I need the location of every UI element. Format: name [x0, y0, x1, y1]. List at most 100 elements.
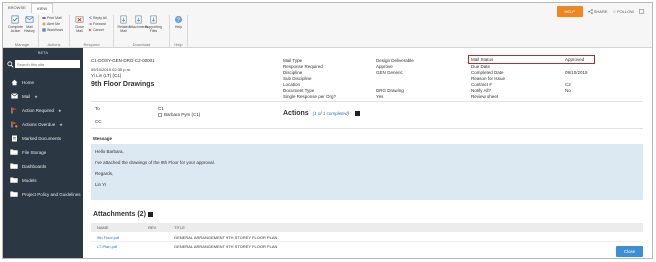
- share-button[interactable]: SHARE: [587, 9, 608, 14]
- share-label: SHARE: [593, 9, 608, 14]
- field-label: Mail Status: [471, 57, 494, 62]
- recipient-checkbox[interactable]: [158, 112, 162, 117]
- actions-status-link[interactable]: (1 of 1 completed): [313, 111, 349, 116]
- ribbon-group-respond: Close Mail Reply All Forward Cancel Resp…: [70, 15, 114, 48]
- ribbon: BROWSE VIEW Complete Action Mail History…: [3, 3, 652, 48]
- attachments-download-button[interactable]: Attachments: [129, 15, 148, 33]
- star-icon[interactable]: ★: [59, 122, 63, 127]
- to-organization: C1: [158, 106, 164, 111]
- sidebar-item-label: Project Policy and Guidelines: [22, 191, 81, 197]
- field-label: Location: [283, 82, 301, 87]
- sidebar: BETA Home Mail ★ Action Required ★ Actio…: [3, 48, 83, 258]
- reply-all-button[interactable]: Reply All: [88, 15, 107, 20]
- notify-all-value: No: [565, 88, 571, 93]
- close-mail-button[interactable]: Close Mail: [73, 15, 86, 33]
- ribbon-group-manage: Complete Action Mail History Manage: [6, 15, 39, 48]
- mail-datetime: 09/10/2019 02:35 p.m.: [91, 67, 132, 72]
- close-button[interactable]: Close: [616, 246, 643, 257]
- group-label-download: Download: [132, 42, 151, 47]
- ribbon-right-actions: HELP SHARE ☆ FOLLOW: [556, 6, 644, 17]
- search-icon[interactable]: [6, 59, 15, 69]
- help-button[interactable]: HELP: [556, 6, 583, 17]
- complete-action-button[interactable]: Complete Action: [8, 15, 23, 33]
- column-header-rev: REV: [148, 225, 157, 230]
- complete-action-icon: [11, 15, 19, 24]
- mail-subject: 9th Floor Drawings: [91, 81, 155, 88]
- ribbon-group-actions: Print Mail Alert Me Workflows Actions: [39, 15, 70, 48]
- collapse-icon[interactable]: [147, 212, 153, 217]
- sidebar-item-label: Models: [22, 177, 37, 183]
- print-mail-button[interactable]: Print Mail: [42, 15, 66, 20]
- completed-date-value: 09/10/2019: [565, 70, 588, 75]
- sidebar-item-file-storage[interactable]: File Storage: [3, 145, 83, 159]
- project-name: BETA: [37, 50, 49, 55]
- sidebar-item-label: Action Required: [22, 107, 55, 113]
- related-mail-button[interactable]: Related Mail: [117, 15, 130, 33]
- attachments-header: Attachments (2): [93, 211, 153, 218]
- column-header-title: TITLE: [174, 225, 185, 230]
- mail-history-icon: [25, 16, 34, 23]
- collapse-icon[interactable]: [354, 111, 360, 116]
- attachments-title: Attachments (2): [93, 211, 146, 218]
- cancel-icon: [88, 28, 92, 31]
- star-icon[interactable]: ★: [34, 94, 38, 99]
- tab-browse[interactable]: BROWSE: [3, 3, 31, 13]
- sidebar-item-project-policy[interactable]: Project Policy and Guidelines: [3, 187, 83, 201]
- search-input[interactable]: [15, 60, 80, 68]
- focus-icon[interactable]: [639, 9, 644, 14]
- workflows-button[interactable]: Workflows: [42, 27, 66, 32]
- field-label: Completed Date: [471, 70, 504, 75]
- forward-button[interactable]: Forward: [88, 21, 107, 26]
- reply-all-icon: [88, 15, 92, 19]
- app-window: BROWSE VIEW Complete Action Mail History…: [2, 2, 653, 259]
- sidebar-item-actions-overdue[interactable]: Actions Overdue ★: [3, 117, 83, 131]
- message-line: Regards,: [95, 171, 114, 176]
- sidebar-item-dashboards[interactable]: Dashboards: [3, 159, 83, 173]
- supporting-files-button[interactable]: Supporting Files: [145, 15, 162, 33]
- message-line: Hello Barbara,: [95, 149, 124, 154]
- folder-icon: [10, 148, 18, 156]
- sidebar-item-marked-documents[interactable]: Marked Documents: [3, 131, 83, 145]
- row-divider: [91, 241, 643, 242]
- attachment-title: GENERAL ARRANGEMENT 9TH STOREY FLOOR PLA…: [174, 235, 278, 240]
- marked-documents-icon: [10, 134, 18, 142]
- folder-icon: [10, 176, 18, 184]
- folder-icon: [10, 190, 18, 198]
- attachments-table-header: NAME REV TITLE: [91, 223, 643, 232]
- sidebar-item-label: Actions Overdue: [22, 121, 56, 127]
- tab-view[interactable]: VIEW: [30, 3, 54, 13]
- field-label: Single Response per Org?: [283, 94, 337, 99]
- forward-icon: [88, 22, 92, 25]
- help-ribbon-label: Help: [174, 25, 183, 29]
- field-label: Contract #: [471, 82, 492, 87]
- field-label: Response Required: [283, 64, 323, 69]
- mail-status-value: Approved: [565, 57, 585, 62]
- sidebar-item-label: File Storage: [22, 149, 47, 155]
- printer-icon: [42, 16, 46, 19]
- attachment-link[interactable]: 9th Floor.pdf: [97, 235, 119, 240]
- message-label: Message: [93, 136, 113, 141]
- workflow-icon: [42, 27, 46, 32]
- follow-button[interactable]: ☆ FOLLOW: [613, 9, 634, 14]
- mail-number: C1-DOSY-GEN-DRG-C2-00001: [91, 58, 155, 63]
- star-icon[interactable]: ★: [58, 108, 62, 113]
- alert-me-button[interactable]: Alert Me: [42, 21, 66, 26]
- cancel-button[interactable]: Cancel: [88, 27, 107, 32]
- divider: [91, 101, 643, 102]
- sidebar-item-action-required[interactable]: Action Required ★: [3, 103, 83, 117]
- group-label-help: Help: [174, 42, 183, 47]
- group-label-respond: Respond: [83, 42, 100, 47]
- sidebar-item-label: Marked Documents: [22, 135, 62, 141]
- attachment-link[interactable]: LT-Plan.pdf: [97, 244, 117, 249]
- help-ribbon-button[interactable]: ? Help: [173, 15, 184, 29]
- sidebar-item-models[interactable]: Models: [3, 173, 83, 187]
- mail-history-label: Mail History: [24, 25, 35, 33]
- sidebar-item-label: Home: [22, 79, 35, 85]
- share-icon: [587, 9, 593, 14]
- sidebar-item-mail[interactable]: Mail ★: [3, 89, 83, 103]
- contract-value: C2: [565, 82, 571, 87]
- actions-header: Actions (1 of 1 completed): [283, 110, 360, 117]
- mail-history-button[interactable]: Mail History: [24, 15, 35, 33]
- sidebar-item-home[interactable]: Home: [3, 75, 83, 89]
- field-label: Notify All?: [471, 88, 492, 93]
